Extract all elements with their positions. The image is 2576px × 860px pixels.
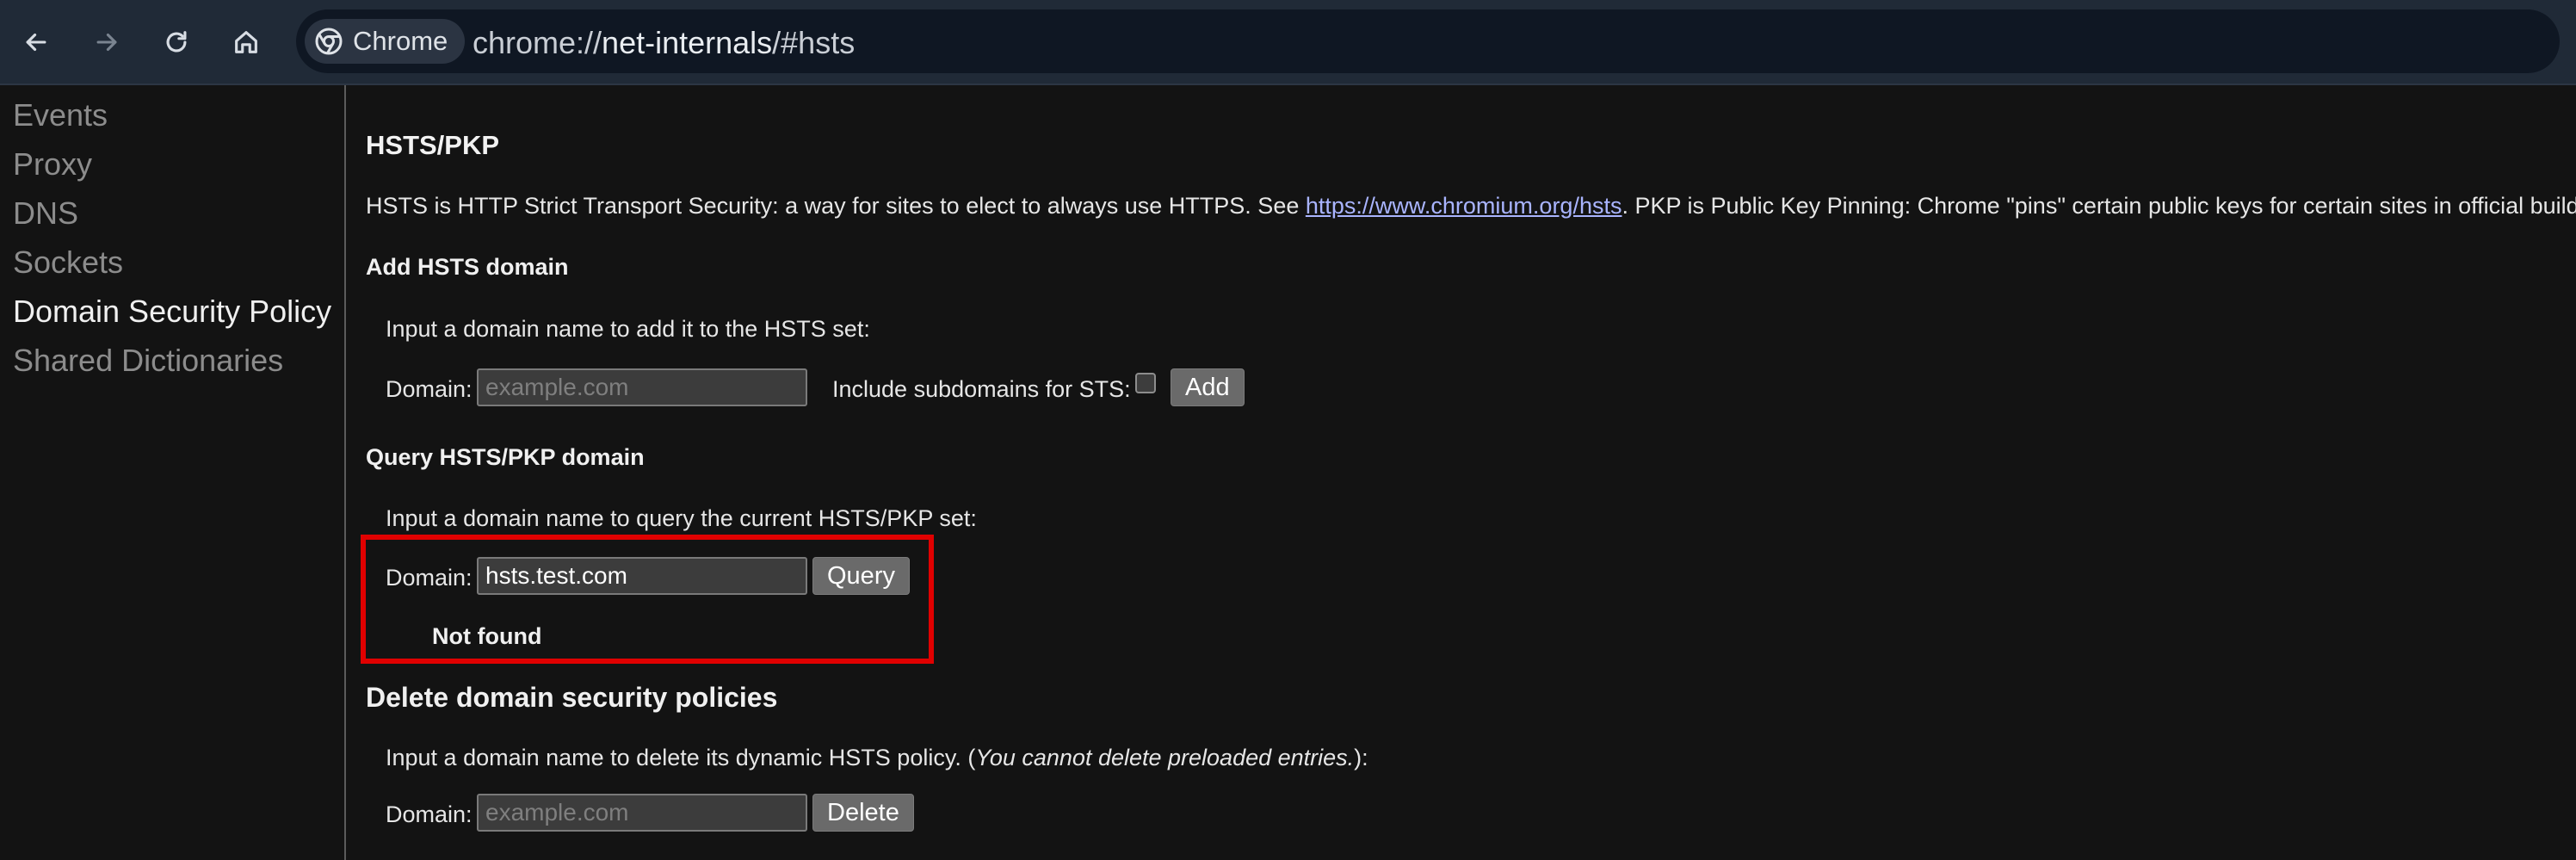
include-subdomains-label: Include subdomains for STS: bbox=[832, 376, 1131, 402]
delete-instruction-italic: You cannot delete preloaded entries. bbox=[975, 745, 1355, 770]
description-text-before: HSTS is HTTP Strict Transport Security: … bbox=[366, 193, 1306, 219]
chip-label: Chrome bbox=[353, 26, 448, 56]
add-domain-label: Domain: bbox=[386, 376, 473, 402]
query-hsts-heading: Query HSTS/PKP domain bbox=[366, 444, 645, 470]
url-host: net-internals bbox=[602, 25, 773, 60]
chromium-hsts-link[interactable]: https://www.chromium.org/hsts bbox=[1306, 193, 1622, 219]
delete-domain-input[interactable] bbox=[477, 794, 807, 832]
page-title: HSTS/PKP bbox=[366, 130, 500, 160]
delete-button[interactable]: Delete bbox=[812, 794, 914, 832]
browser-toolbar: Chrome chrome://net-internals/#hsts bbox=[0, 0, 2576, 85]
sidebar-item-shared-dictionaries[interactable]: Shared Dictionaries bbox=[13, 343, 283, 379]
back-arrow-icon[interactable] bbox=[15, 21, 58, 64]
query-domain-input[interactable] bbox=[477, 557, 807, 595]
url-path: /#hsts bbox=[772, 25, 856, 60]
query-instruction: Input a domain name to query the current… bbox=[386, 505, 977, 531]
delete-instruction-before: Input a domain name to delete its dynami… bbox=[386, 745, 976, 770]
add-domain-input[interactable] bbox=[477, 368, 807, 406]
sidebar-item-sockets[interactable]: Sockets bbox=[13, 244, 123, 281]
sidebar-item-events[interactable]: Events bbox=[13, 97, 108, 133]
delete-instruction: Input a domain name to delete its dynami… bbox=[386, 745, 1368, 771]
sidebar-item-proxy[interactable]: Proxy bbox=[13, 146, 92, 183]
delete-policies-heading: Delete domain security policies bbox=[366, 682, 778, 713]
reload-icon[interactable] bbox=[155, 21, 198, 64]
delete-domain-label: Domain: bbox=[386, 801, 473, 827]
include-subdomains-checkbox[interactable] bbox=[1135, 373, 1156, 393]
query-result: Not found bbox=[432, 623, 542, 649]
query-domain-label: Domain: bbox=[386, 565, 473, 591]
add-hsts-heading: Add HSTS domain bbox=[366, 254, 569, 280]
sidebar-item-domain-security-policy[interactable]: Domain Security Policy bbox=[13, 294, 331, 330]
query-button[interactable]: Query bbox=[812, 557, 910, 595]
delete-instruction-after: ): bbox=[1354, 745, 1368, 770]
home-icon[interactable] bbox=[225, 21, 268, 64]
main-content: HSTS/PKP HSTS is HTTP Strict Transport S… bbox=[346, 85, 2576, 860]
chrome-logo-icon bbox=[315, 28, 343, 55]
hsts-description: HSTS is HTTP Strict Transport Security: … bbox=[366, 193, 2576, 220]
site-info-chip[interactable]: Chrome bbox=[305, 19, 466, 64]
sidebar: Events Proxy DNS Sockets Domain Security… bbox=[0, 85, 346, 860]
add-button[interactable]: Add bbox=[1171, 368, 1245, 406]
address-bar[interactable]: Chrome chrome://net-internals/#hsts bbox=[296, 9, 2560, 73]
description-text-after: . PKP is Public Key Pinning: Chrome "pin… bbox=[1622, 193, 2576, 219]
url-scheme: chrome:// bbox=[473, 25, 602, 60]
sidebar-item-dns[interactable]: DNS bbox=[13, 195, 78, 232]
forward-arrow-icon[interactable] bbox=[85, 21, 128, 64]
add-instruction: Input a domain name to add it to the HST… bbox=[386, 316, 870, 342]
url-text[interactable]: chrome://net-internals/#hsts bbox=[473, 25, 855, 61]
